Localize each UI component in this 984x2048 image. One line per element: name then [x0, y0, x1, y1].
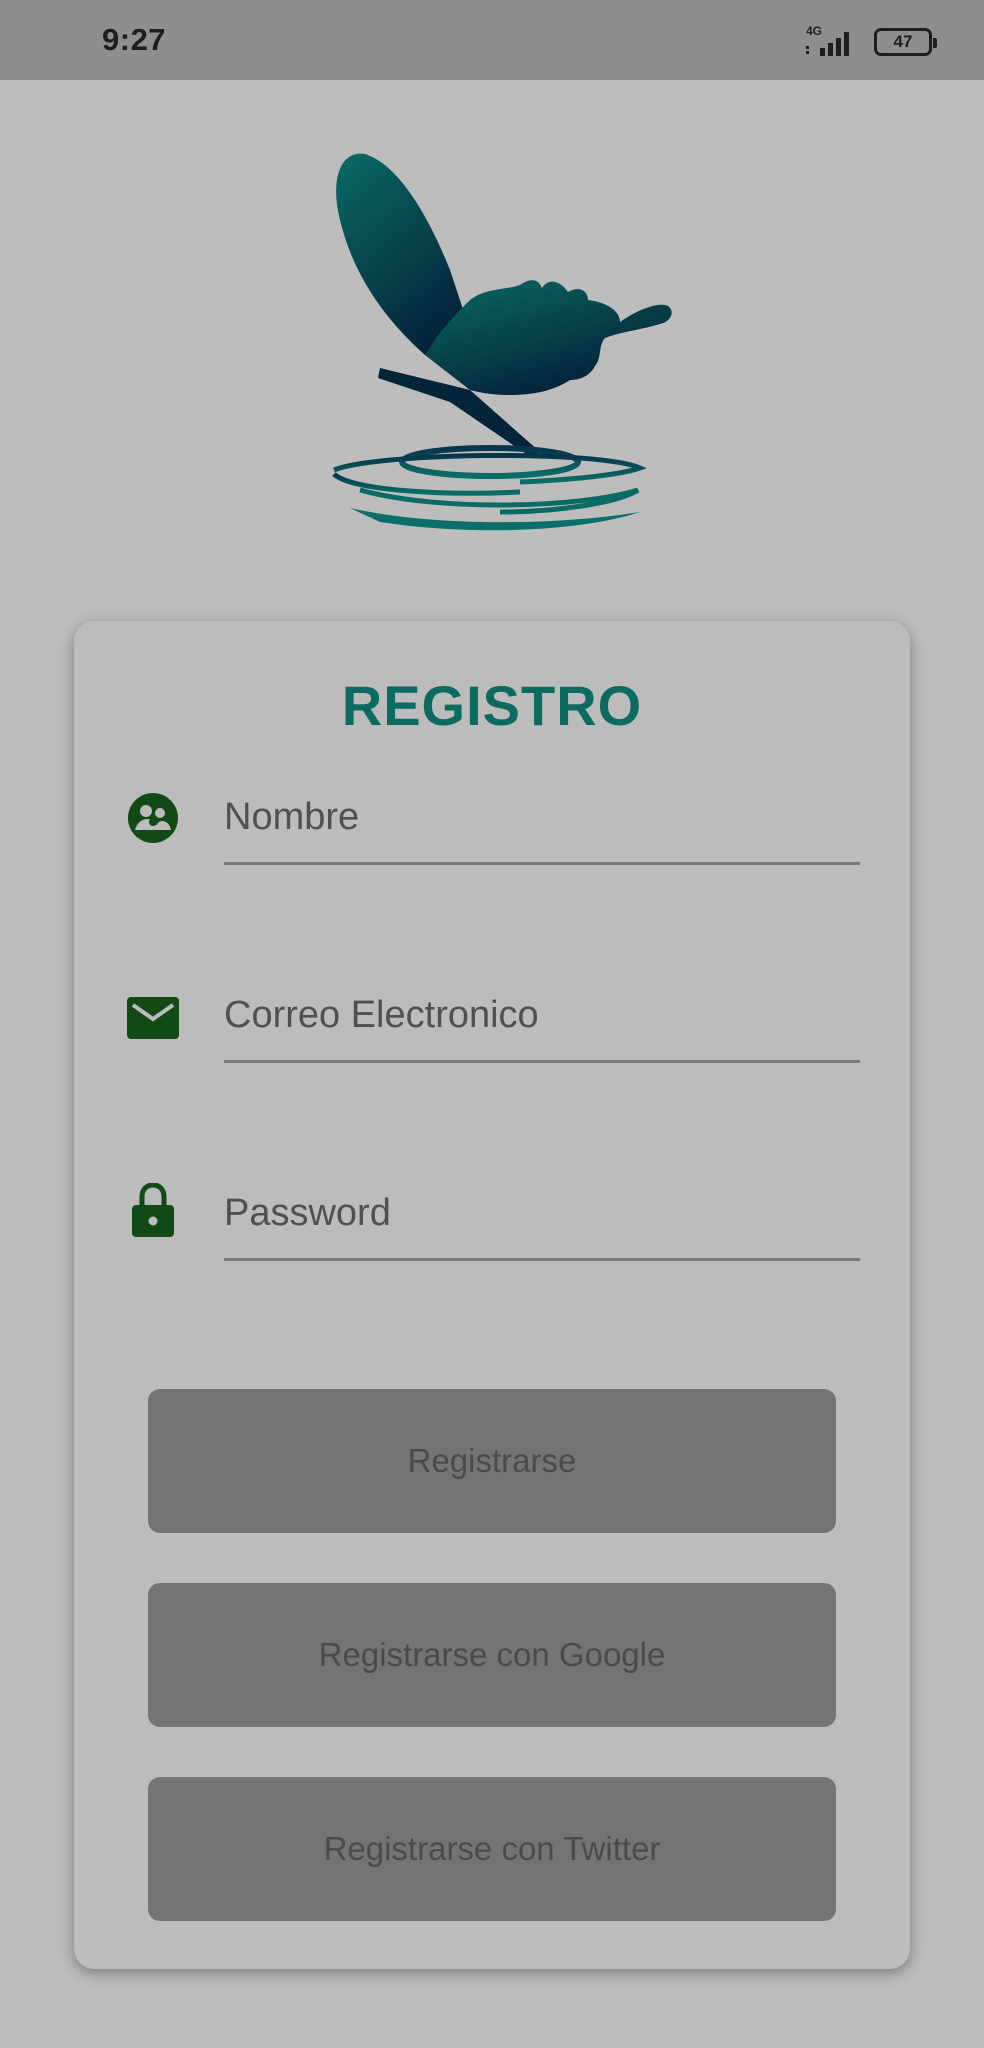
register-title: REGISTRO — [341, 674, 643, 737]
battery-level: 47 — [893, 32, 913, 51]
register-button[interactable]: Registrarse — [148, 1389, 836, 1533]
battery-icon: 47 — [874, 28, 937, 56]
register-card: REGISTRO Nombre Correo Electronico Regis… — [74, 621, 910, 1969]
password-input[interactable] — [224, 1169, 860, 1261]
password-field-row — [74, 1169, 910, 1279]
butterfly-logo — [320, 140, 680, 540]
mail-icon — [126, 991, 180, 1045]
email-input[interactable] — [224, 971, 860, 1063]
signal-icon: 4G — [804, 24, 860, 58]
register-google-button[interactable]: Registrarse con Google — [148, 1583, 836, 1727]
status-icons: 4G 47 — [804, 24, 937, 58]
lock-icon — [126, 1183, 180, 1237]
email-field-row — [74, 971, 910, 1081]
name-field-row — [74, 773, 910, 883]
status-time: 9:27 — [102, 22, 167, 57]
name-input[interactable] — [224, 773, 860, 865]
status-bar: 9:27 4G 47 — [0, 0, 984, 80]
group-icon — [126, 791, 180, 845]
register-twitter-button[interactable]: Registrarse con Twitter — [148, 1777, 836, 1921]
